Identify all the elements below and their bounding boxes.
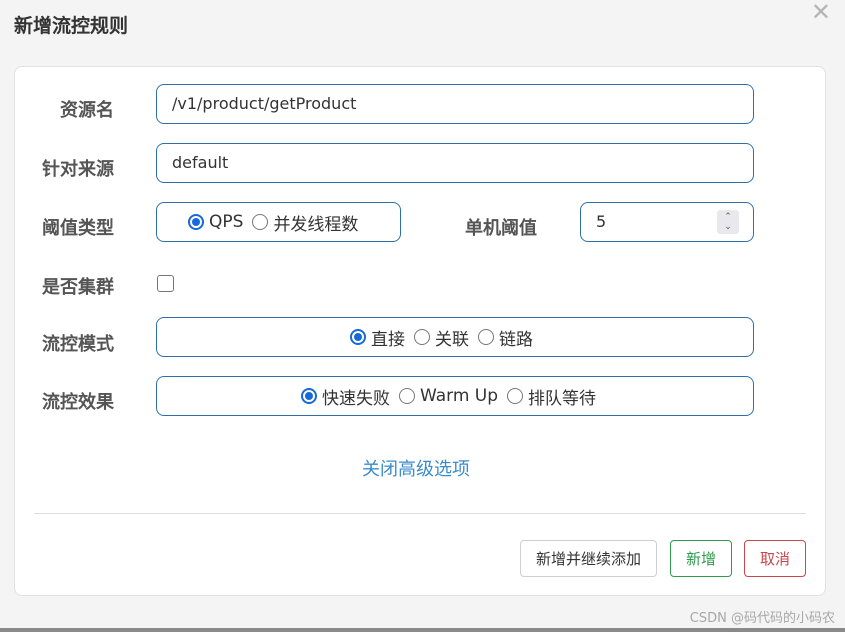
dialog-title: 新增流控规则 [14,15,129,37]
source-input-value: default [172,153,229,172]
single-threshold-label: 单机阈值 [465,218,537,239]
toggle-advanced-link[interactable]: 关闭高级选项 [362,455,470,481]
close-icon[interactable]: ✕ [811,0,831,24]
flow-effect-option-fail-fast[interactable]: 快速失败 [301,384,390,409]
radio-icon [252,214,269,230]
threshold-type-group: QPS 并发线程数 [156,202,401,242]
footer-divider [34,513,806,514]
radio-icon [507,388,524,404]
threshold-type-option-qps[interactable]: QPS [188,212,243,232]
flow-mode-group: 直接 关联 链路 [156,317,754,357]
spinner-down-icon[interactable]: ⌄ [724,222,732,232]
flow-mode-option-direct[interactable]: 直接 [350,325,405,350]
single-threshold-value: 5 [596,212,607,231]
flow-effect-label: 流控效果 [42,392,114,413]
add-and-continue-button[interactable]: 新增并继续添加 [520,540,657,577]
spinner-up-icon[interactable]: ⌃ [724,212,732,222]
flow-mode-label: 流控模式 [42,334,114,355]
flow-mode-option-relate[interactable]: 关联 [414,325,469,350]
flow-effect-option-queue[interactable]: 排队等待 [507,384,596,409]
watermark: CSDN @码代码的小码农 [689,611,835,626]
threshold-type-option-threads[interactable]: 并发线程数 [252,210,358,235]
bottom-bar [0,628,845,632]
source-input[interactable]: default [156,143,754,183]
radio-checked-icon [350,329,366,345]
cluster-checkbox[interactable] [157,275,174,292]
radio-icon [414,329,430,345]
resource-input[interactable]: /v1/product/getProduct [156,84,754,124]
resource-label: 资源名 [60,100,114,121]
radio-icon [399,388,415,404]
cluster-label: 是否集群 [42,277,114,298]
threshold-type-label: 阈值类型 [42,218,114,239]
add-button[interactable]: 新增 [670,540,732,577]
single-threshold-input[interactable]: 5 ⌃ ⌄ [580,202,754,242]
flow-effect-group: 快速失败 Warm Up 排队等待 [156,376,754,416]
flow-mode-option-chain[interactable]: 链路 [478,325,533,350]
radio-icon [478,329,494,345]
flow-effect-option-warm-up[interactable]: Warm Up [399,386,498,406]
resource-input-value: /v1/product/getProduct [172,94,357,113]
radio-checked-icon [301,388,317,404]
add-flow-rule-dialog: 新增流控规则 ✕ 资源名 /v1/product/getProduct 针对来源… [0,0,845,632]
source-label: 针对来源 [42,159,114,180]
radio-checked-icon [188,214,204,230]
cancel-button[interactable]: 取消 [744,540,806,577]
number-spinner[interactable]: ⌃ ⌄ [717,210,739,234]
